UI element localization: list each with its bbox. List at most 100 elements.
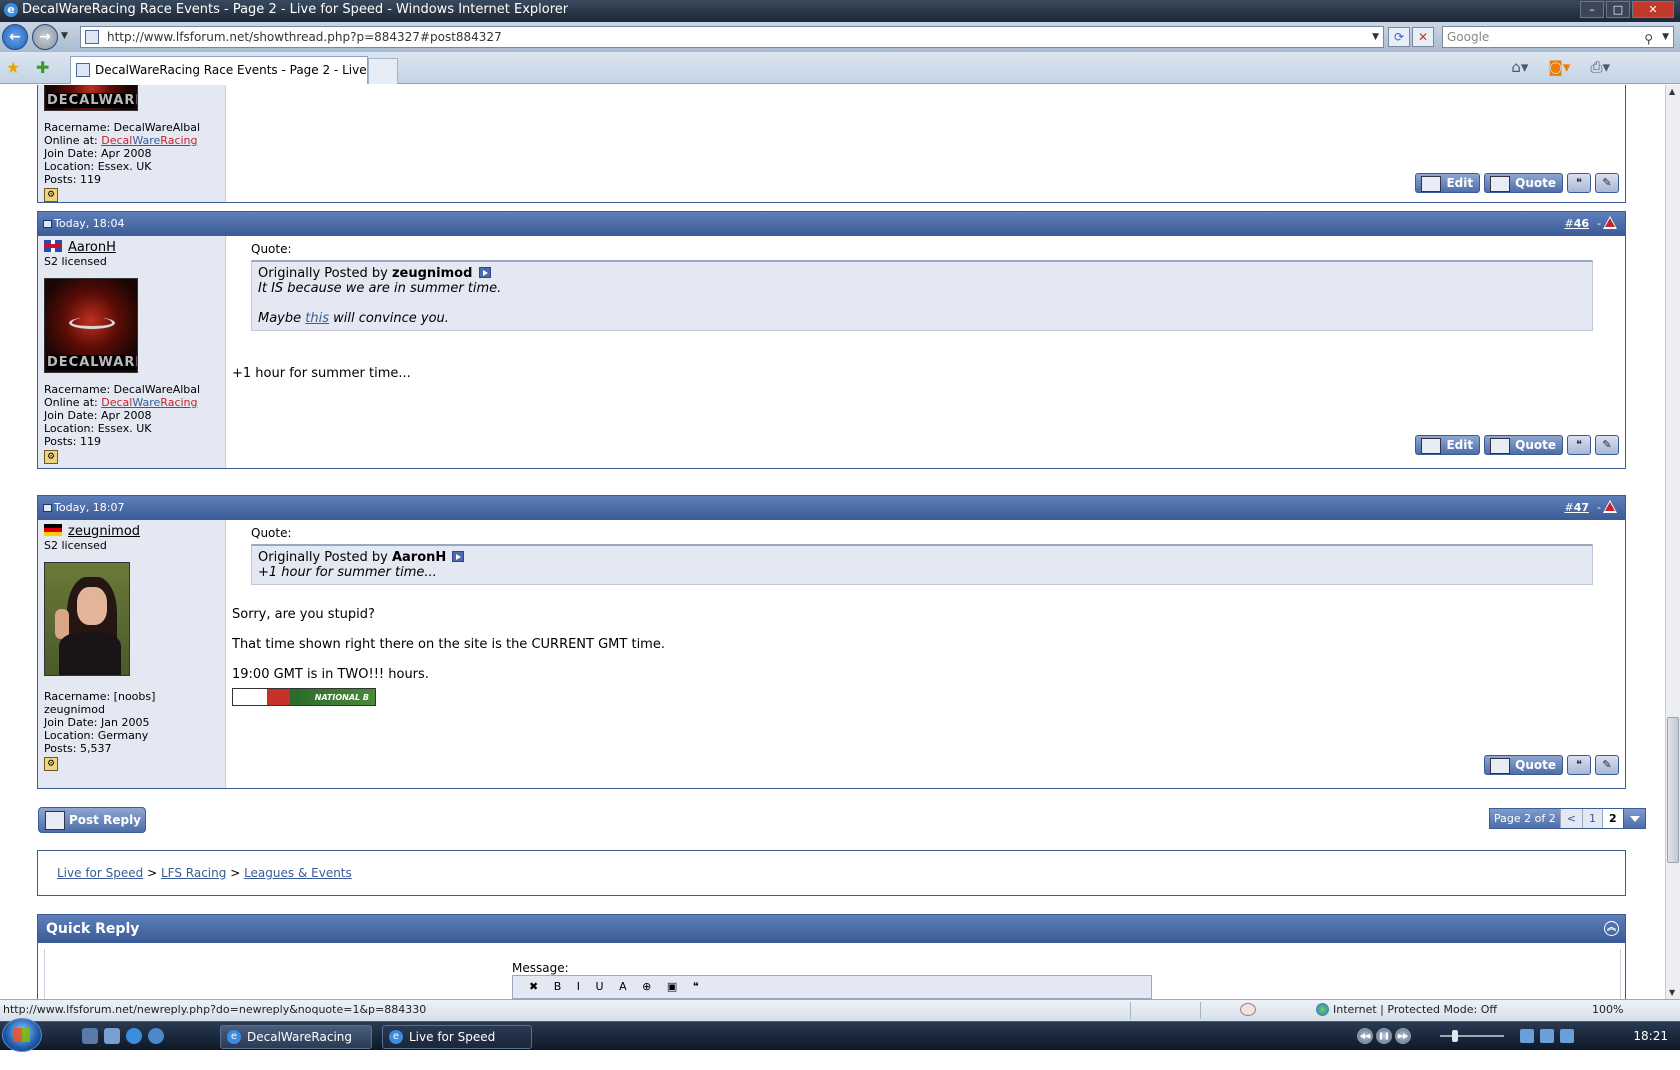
underline-icon[interactable]: U [596, 980, 610, 993]
image-icon[interactable]: ▣ [667, 980, 683, 993]
view-post-icon[interactable] [452, 551, 465, 562]
post-buttons: Edit Quote ❝ ✎ [1415, 435, 1619, 455]
post-number-link[interactable]: #46 [1564, 212, 1589, 236]
reputation-icon[interactable]: ⚙ [44, 757, 58, 771]
reputation-icon[interactable]: ⚙ [44, 188, 58, 202]
scrollbar-thumb[interactable] [1667, 717, 1679, 863]
pager-dropdown-icon[interactable] [1622, 809, 1645, 828]
taskbar-item-lfs[interactable]: e Live for Speed [382, 1025, 532, 1049]
username-link[interactable]: AaronH [68, 240, 116, 255]
user-info: Racername: DecalWareAlbal Online at: Dec… [44, 383, 219, 464]
security-zone[interactable]: Internet | Protected Mode: Off [1315, 1000, 1497, 1020]
quick-reply-button[interactable]: ✎ [1595, 755, 1619, 775]
back-button[interactable]: ← [2, 24, 28, 50]
post-reply-button[interactable]: Post Reply [38, 807, 146, 833]
font-color-icon[interactable]: A [619, 980, 633, 993]
post-buttons: Edit Quote ❝ ✎ [1415, 173, 1619, 193]
reputation-icon[interactable]: ⚙ [44, 450, 58, 464]
switch-windows-icon[interactable] [104, 1028, 120, 1044]
bold-icon[interactable]: B [554, 980, 568, 993]
tab-current[interactable]: DecalWareRacing Race Events - Page 2 - L… [70, 56, 368, 103]
ie-quicklaunch-icon[interactable] [126, 1028, 142, 1044]
vertical-scrollbar[interactable]: ▲ ▼ [1665, 85, 1680, 999]
online-link[interactable]: DecalWareRacing [101, 134, 197, 147]
search-input[interactable]: Google ⚲ ▼ [1442, 26, 1674, 48]
zoom-level[interactable]: 100% [1592, 1000, 1623, 1020]
breadcrumb-separator: > [230, 866, 241, 880]
home-icon[interactable]: ⌂▾ [1511, 58, 1528, 76]
quick-reply-button[interactable]: ✎ [1595, 173, 1619, 193]
avatar-coat [59, 633, 121, 675]
address-bar[interactable]: http://www.lfsforum.net/showthread.php?p… [80, 26, 1384, 48]
scroll-up-icon[interactable]: ▲ [1669, 87, 1675, 96]
pagination: Page 2 of 2 < 1 2 [1489, 808, 1646, 829]
join-date: Join Date: Apr 2008 [44, 409, 152, 422]
breadcrumb-lfs-racing[interactable]: LFS Racing [161, 866, 226, 880]
window-controls: – □ ✕ [1580, 1, 1674, 18]
new-tab-button[interactable] [368, 58, 398, 84]
online-link-a: Decal [101, 396, 133, 409]
print-icon[interactable]: ⎙▾ [1590, 58, 1610, 76]
user-title: S2 licensed [44, 539, 107, 552]
task-label: Live for Speed [409, 1030, 496, 1044]
stop-button[interactable]: ✕ [1412, 27, 1434, 47]
taskbar-item-decalware[interactable]: e DecalWareRacing R... [220, 1025, 372, 1066]
online-at: Online at: DecalWareRacing [44, 396, 219, 409]
minimize-button[interactable]: – [1580, 1, 1604, 18]
multiquote-button[interactable]: ❝ [1567, 755, 1591, 775]
multiquote-button[interactable]: ❝ [1567, 435, 1591, 455]
pager-label: Page 2 of 2 [1490, 809, 1560, 828]
pager-prev[interactable]: < [1559, 809, 1582, 828]
close-button[interactable]: ✕ [1632, 1, 1674, 18]
post-reply-label: Post Reply [69, 813, 141, 827]
media-player-icon[interactable] [148, 1028, 164, 1044]
post-number-link[interactable]: #47 [1564, 496, 1589, 520]
search-icon[interactable]: ⚲ [1644, 29, 1653, 49]
remove-format-icon[interactable]: ✖ [529, 980, 544, 993]
breadcrumb-live-for-speed[interactable]: Live for Speed [57, 866, 143, 880]
feeds-icon[interactable]: ◙▾ [1548, 58, 1570, 76]
task-label: DecalWareRacing R... [247, 1030, 352, 1066]
address-dropdown-icon[interactable]: ▼ [1372, 27, 1379, 47]
maximize-button[interactable]: □ [1606, 1, 1630, 18]
clock[interactable]: 18:21 [1633, 1029, 1668, 1043]
avatar-logo: DECALWARE [47, 93, 138, 108]
search-placeholder: Google [1447, 30, 1490, 44]
multiquote-button[interactable]: ❝ [1567, 173, 1591, 193]
quote-tag-icon[interactable]: ❝ [693, 980, 705, 993]
report-post-icon[interactable] [1603, 216, 1617, 229]
view-post-icon[interactable] [478, 267, 491, 278]
add-favorites-icon[interactable]: ✚ [36, 58, 49, 77]
quick-reply-header: Quick Reply ︽ [38, 915, 1625, 943]
show-desktop-icon[interactable] [82, 1028, 98, 1044]
avatar-logo: DECALWARE [47, 355, 138, 370]
forward-button[interactable]: → [32, 24, 58, 50]
quote-link[interactable]: this [305, 311, 329, 326]
post-body: Quote: Originally Posted by AaronH +1 ho… [226, 520, 1625, 706]
username-row: zeugnimod [44, 524, 219, 539]
username-row: AaronH [44, 240, 219, 255]
refresh-button[interactable]: ⟳ [1388, 27, 1410, 47]
start-button[interactable] [2, 1018, 42, 1052]
search-dropdown-icon[interactable]: ▼ [1662, 27, 1669, 47]
pager-page-1[interactable]: 1 [1581, 809, 1602, 828]
edit-button[interactable]: Edit [1415, 435, 1481, 455]
recent-pages-dropdown[interactable]: ▼ [61, 31, 68, 41]
separator: - [1597, 501, 1601, 514]
edit-button[interactable]: Edit [1415, 173, 1481, 193]
favorites-star-icon[interactable]: ★ [6, 58, 20, 77]
privacy-icon[interactable] [1240, 1003, 1256, 1016]
username-link[interactable]: zeugnimod [68, 524, 140, 539]
breadcrumb-leagues-events[interactable]: Leagues & Events [244, 866, 352, 880]
quote-button[interactable]: Quote [1484, 755, 1563, 775]
online-link[interactable]: DecalWareRacing [101, 396, 197, 409]
quote-button[interactable]: Quote [1484, 435, 1563, 455]
italic-icon[interactable]: I [577, 980, 586, 993]
quote-button[interactable]: Quote [1484, 173, 1563, 193]
report-post-icon[interactable] [1603, 500, 1617, 513]
quick-reply-button[interactable]: ✎ [1595, 435, 1619, 455]
collapse-icon[interactable]: ︽ [1604, 921, 1619, 936]
link-icon[interactable]: ⊕ [642, 980, 657, 993]
scroll-down-icon[interactable]: ▼ [1669, 988, 1675, 997]
quick-reply-title: Quick Reply [46, 921, 140, 937]
